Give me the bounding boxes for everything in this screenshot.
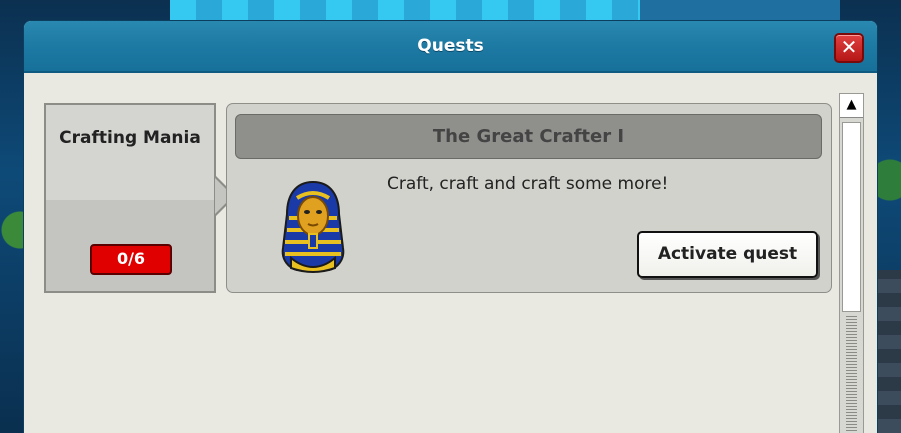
quests-window: Quests ✕ Crafting Mania 0/6 The Great Cr… [23, 20, 878, 433]
close-icon: ✕ [840, 35, 858, 59]
window-titlebar[interactable]: Quests ✕ [24, 21, 877, 73]
category-header [46, 105, 214, 200]
background-decoration [640, 0, 840, 22]
progress-badge: 0/6 [90, 244, 172, 275]
window-title: Quests [417, 36, 484, 56]
scrollbar-grip[interactable] [846, 314, 857, 433]
vertical-scrollbar[interactable]: ▲ [839, 93, 864, 433]
close-button[interactable]: ✕ [834, 33, 864, 63]
pharaoh-head-icon [281, 180, 345, 273]
quest-category-card[interactable]: Crafting Mania 0/6 [44, 103, 216, 293]
category-name: Crafting Mania [59, 128, 201, 148]
scroll-up-arrow-icon[interactable]: ▲ [840, 94, 863, 118]
quest-title: The Great Crafter I [235, 114, 822, 159]
quest-description: Craft, craft and craft some more! [387, 174, 669, 194]
background-decoration [170, 0, 640, 22]
activate-quest-button[interactable]: Activate quest [637, 231, 818, 278]
scrollbar-thumb[interactable] [842, 122, 861, 312]
quest-detail-panel: The Great Crafter I Craft, craft and cra… [226, 103, 832, 293]
